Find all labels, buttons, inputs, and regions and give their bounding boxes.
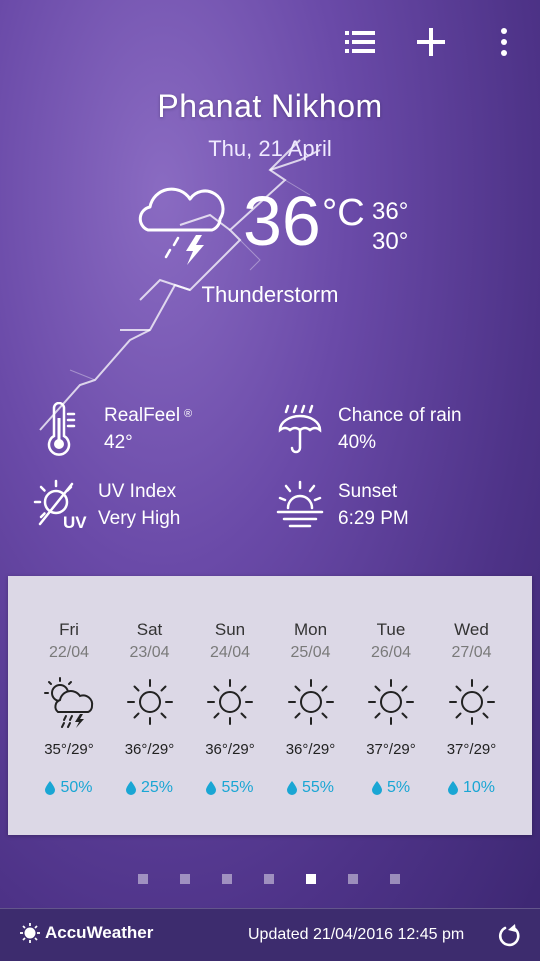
forecast-day-name: Sat: [136, 620, 163, 639]
rain-percent: 25%: [140, 779, 174, 796]
rain-percent: 10%: [462, 779, 496, 796]
rain-chance-label: Chance of rain: [338, 405, 462, 426]
sunset-icon: [276, 480, 324, 528]
realfeel-value: 42°: [104, 432, 133, 453]
footer-bar: AccuWeather Updated 21/04/2016 12:45 pm: [0, 908, 540, 961]
daily-forecast-panel[interactable]: Fri 22/04 35°/29° 50% Sat 23/04 36°/29° 25% Sun 2…: [8, 576, 532, 835]
sun-logo-icon: [20, 923, 40, 943]
forecast-date: 23/04: [129, 644, 170, 661]
forecast-temperatures: 36°/29°: [205, 741, 255, 758]
forecast-day-name: Mon: [293, 620, 328, 639]
forecast-temperatures: 36°/29°: [124, 741, 175, 758]
page-dot[interactable]: [222, 874, 232, 884]
uv-icon: UV: [33, 479, 87, 532]
page-dot[interactable]: [348, 874, 358, 884]
umbrella-icon: [278, 404, 322, 454]
forecast-date: 24/04: [209, 644, 251, 661]
forecast-rain-chance: 25%: [110, 779, 190, 797]
top-bar: [0, 0, 540, 84]
forecast-day-name: Fri: [59, 620, 79, 639]
add-icon[interactable]: [411, 22, 451, 62]
forecast-day[interactable]: Tue 26/04 37°/29° 5%: [351, 576, 431, 835]
condition-text: Thunderstorm: [201, 282, 339, 307]
sunset-label: Sunset: [338, 481, 398, 502]
high-temperature: 36°: [372, 198, 409, 225]
last-updated: Updated 21/04/2016 12:45 pm: [248, 926, 465, 943]
uv-index-value: Very High: [98, 508, 181, 529]
rain-percent: 55%: [221, 779, 254, 796]
thunderstorm-icon: [138, 187, 225, 265]
city-name: Phanat Nikhom: [157, 88, 383, 124]
forecast-day[interactable]: Fri 22/04 35°/29° 50%: [29, 576, 109, 835]
rain-percent: 5%: [386, 779, 411, 796]
rain-drop-icon: [286, 781, 297, 795]
page-dot[interactable]: [390, 874, 400, 884]
rain-drop-icon: [206, 781, 217, 795]
uv-index-detail: UV UV Index Very High: [32, 478, 180, 534]
registered-mark: ®: [184, 408, 193, 420]
page-dot[interactable]: [180, 874, 190, 884]
forecast-day-name: Sun: [214, 620, 246, 639]
more-icon[interactable]: [484, 22, 524, 62]
temperature-unit: °C: [322, 192, 365, 234]
thermometer-icon: [47, 402, 76, 456]
forecast-rain-chance: 55%: [190, 779, 270, 797]
current-date: Thu, 21 April: [208, 136, 332, 161]
list-icon[interactable]: [340, 22, 380, 62]
forecast-rain-chance: 55%: [271, 779, 351, 797]
page-dot[interactable]: [264, 874, 274, 884]
forecast-date: 26/04: [370, 644, 412, 661]
forecast-date: 25/04: [290, 644, 331, 661]
rain-percent: 50%: [60, 779, 93, 796]
sunset-detail: Sunset 6:29 PM: [274, 478, 409, 534]
forecast-temperatures: 35°/29°: [44, 741, 94, 758]
sunny-icon: [203, 676, 257, 728]
forecast-temperatures: 37°/29°: [446, 741, 497, 758]
rain-chance-detail: Chance of rain 40%: [274, 402, 462, 458]
page-dot-active[interactable]: [306, 874, 316, 884]
sunset-value: 6:29 PM: [338, 508, 409, 529]
brand-name: AccuWeather: [45, 923, 154, 942]
thunderstorm-icon: [42, 676, 96, 728]
sunny-icon: [123, 676, 177, 728]
sunny-icon: [284, 676, 338, 728]
realfeel-detail: RealFeel ® 42°: [40, 402, 192, 458]
rain-drop-icon: [125, 781, 136, 795]
forecast-date: 22/04: [48, 644, 90, 661]
forecast-day-name: Wed: [454, 620, 489, 639]
sunny-icon: [364, 676, 418, 728]
forecast-temperatures: 37°/29°: [366, 741, 416, 758]
realfeel-label: RealFeel: [104, 405, 181, 426]
current-temperature: 36: [243, 182, 321, 260]
rain-chance-value: 40%: [338, 432, 377, 453]
rain-percent: 55%: [301, 779, 335, 796]
forecast-day[interactable]: Mon 25/04 36°/29° 55%: [271, 576, 351, 835]
forecast-rain-chance: 10%: [432, 779, 512, 797]
low-temperature: 30°: [372, 228, 409, 255]
forecast-date: 27/04: [451, 644, 492, 661]
rain-drop-icon: [371, 781, 382, 795]
forecast-day[interactable]: Sun 24/04 36°/29° 55%: [190, 576, 270, 835]
page-dot[interactable]: [138, 874, 148, 884]
accuweather-logo[interactable]: AccuWeather: [20, 923, 153, 943]
uv-index-label: UV Index: [98, 481, 177, 502]
forecast-rain-chance: 5%: [351, 779, 431, 797]
forecast-temperatures: 36°/29°: [285, 741, 336, 758]
forecast-day[interactable]: Sat 23/04 36°/29° 25%: [110, 576, 190, 835]
rain-drop-icon: [45, 781, 56, 795]
refresh-icon[interactable]: [496, 923, 522, 949]
uv-icon-text: UV: [63, 513, 87, 532]
forecast-day[interactable]: Wed 27/04 37°/29° 10%: [432, 576, 512, 835]
sunny-icon: [445, 676, 499, 728]
forecast-rain-chance: 50%: [29, 779, 109, 797]
rain-drop-icon: [447, 781, 458, 795]
forecast-day-name: Tue: [376, 620, 406, 639]
